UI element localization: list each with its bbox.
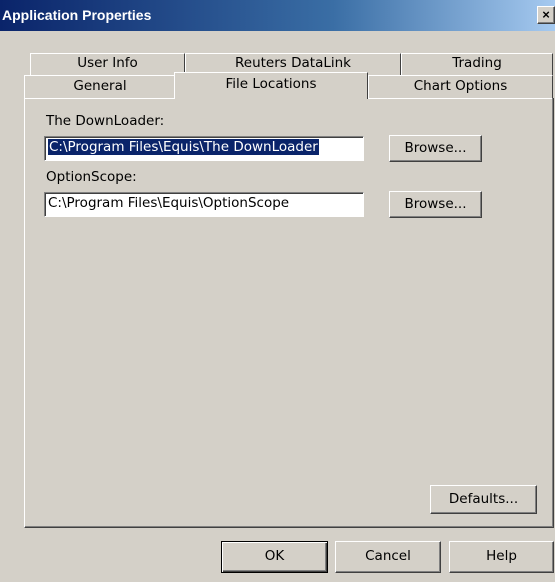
- ok-button[interactable]: OK: [221, 541, 328, 573]
- tab-label: General: [73, 78, 127, 94]
- tab-label: Reuters DataLink: [235, 55, 351, 71]
- downloader-path-field[interactable]: C:\Program Files\Equis\The DownLoader: [44, 136, 364, 161]
- downloader-browse-button[interactable]: Browse...: [389, 135, 482, 162]
- optionscope-browse-button[interactable]: Browse...: [389, 191, 482, 218]
- defaults-button[interactable]: Defaults...: [430, 485, 537, 514]
- tab-general[interactable]: General: [24, 75, 176, 98]
- button-label: Help: [486, 548, 517, 564]
- button-label: Browse...: [404, 196, 467, 212]
- window-title: Application Properties: [2, 7, 152, 23]
- button-label: OK: [264, 548, 285, 564]
- help-button[interactable]: Help: [449, 541, 554, 573]
- tab-label: File Locations: [225, 76, 317, 92]
- tab-label: Trading: [452, 55, 502, 71]
- close-button[interactable]: ×: [537, 6, 555, 24]
- tab-label: Chart Options: [413, 78, 508, 94]
- title-bar: Application Properties ×: [0, 0, 555, 31]
- downloader-path-value: C:\Program Files\Equis\The DownLoader: [48, 139, 319, 155]
- optionscope-path-value: C:\Program Files\Equis\OptionScope: [48, 195, 290, 211]
- button-label: Defaults...: [448, 491, 519, 507]
- downloader-label: The DownLoader:: [46, 113, 165, 129]
- tab-label: User Info: [77, 55, 138, 71]
- tab-user-info[interactable]: User Info: [30, 53, 185, 75]
- button-label: Cancel: [365, 548, 411, 564]
- optionscope-path-field[interactable]: C:\Program Files\Equis\OptionScope: [44, 192, 364, 217]
- tab-chart-options[interactable]: Chart Options: [368, 75, 553, 98]
- tab-file-locations[interactable]: File Locations: [174, 72, 368, 99]
- optionscope-label: OptionScope:: [46, 169, 137, 185]
- cancel-button[interactable]: Cancel: [335, 541, 441, 573]
- button-label: Browse...: [404, 140, 467, 156]
- file-locations-panel: The DownLoader: C:\Program Files\Equis\T…: [24, 98, 554, 528]
- tab-trading[interactable]: Trading: [401, 53, 553, 75]
- close-icon: ×: [542, 7, 550, 22]
